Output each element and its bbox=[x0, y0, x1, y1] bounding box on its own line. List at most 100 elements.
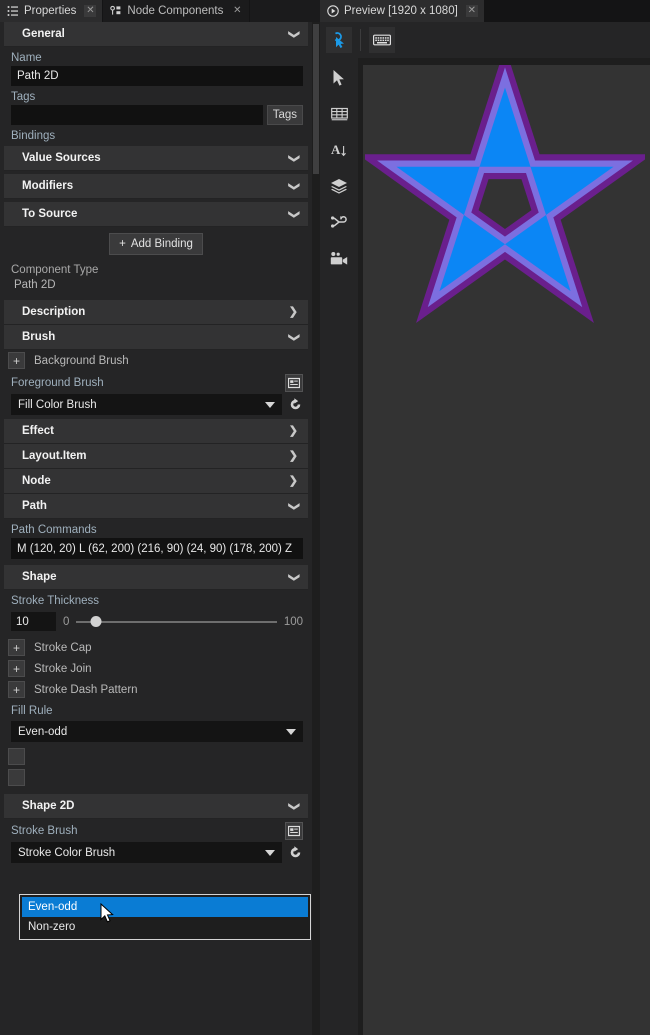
section-header-shape[interactable]: Shape ❯ bbox=[4, 565, 308, 590]
pentagram-shape[interactable] bbox=[365, 65, 645, 325]
properties-scrollbar[interactable] bbox=[312, 22, 320, 1035]
slider-knob[interactable] bbox=[90, 616, 102, 627]
preview-toolbar bbox=[320, 22, 650, 58]
foreground-brush-combo[interactable]: Fill Color Brush bbox=[11, 394, 282, 415]
stroke-cap-row: + Stroke Cap bbox=[0, 637, 312, 658]
svg-text:A: A bbox=[331, 142, 341, 157]
section-header-shape-2d[interactable]: Shape 2D ❯ bbox=[4, 794, 308, 819]
node-graph-tool-button[interactable] bbox=[326, 210, 352, 234]
section-header-to-source[interactable]: To Source ❯ bbox=[4, 202, 308, 227]
fill-rule-option-non-zero[interactable]: Non-zero bbox=[22, 917, 308, 937]
foreground-brush-label: Foreground Brush bbox=[11, 377, 104, 389]
stroke-join-add-button[interactable]: + bbox=[8, 660, 25, 677]
chevron-down-icon: ❯ bbox=[287, 29, 300, 39]
fill-rule-label: Fill Rule bbox=[11, 705, 53, 717]
tab-node-components-label: Node Components bbox=[127, 5, 224, 17]
add-binding-row: + Add Binding bbox=[0, 227, 312, 259]
reset-foreground-brush-icon[interactable] bbox=[288, 397, 303, 412]
stroke-thickness-slider[interactable] bbox=[76, 615, 277, 629]
section-header-path[interactable]: Path ❯ bbox=[4, 494, 308, 519]
pointer-tap-tool-button[interactable] bbox=[326, 27, 352, 53]
section-shape-2d-label: Shape 2D bbox=[22, 800, 75, 812]
node-components-icon bbox=[110, 5, 122, 17]
properties-panel: Properties ✕ Node Components ✕ General ❯… bbox=[0, 0, 320, 1035]
slider-track bbox=[76, 620, 277, 623]
chevron-down-icon: ❯ bbox=[287, 181, 300, 191]
fill-rule-value: Even-odd bbox=[18, 725, 68, 738]
stroke-brush-header: Stroke Brush bbox=[0, 819, 312, 840]
chevron-down-icon bbox=[265, 401, 275, 408]
section-header-value-sources[interactable]: Value Sources ❯ bbox=[4, 146, 308, 171]
left-tabstrip: Properties ✕ Node Components ✕ bbox=[0, 0, 320, 22]
section-shape-label: Shape bbox=[22, 571, 57, 583]
edit-brush-icon[interactable] bbox=[285, 374, 303, 392]
tags-input[interactable] bbox=[11, 105, 263, 125]
hidden-option-row-1 bbox=[0, 746, 312, 767]
preview-panel: Preview [1920 x 1080] ✕ A bbox=[320, 0, 650, 1035]
name-input[interactable]: Path 2D bbox=[11, 66, 303, 86]
path-commands-input[interactable]: M (120, 20) L (62, 200) (216, 90) (24, 9… bbox=[11, 538, 303, 559]
preview-tool-rail: A bbox=[320, 58, 358, 1035]
stroke-thickness-max: 100 bbox=[283, 615, 303, 628]
hidden-add-button-1[interactable] bbox=[8, 748, 25, 765]
list-icon bbox=[7, 5, 19, 17]
foreground-brush-row: Fill Color Brush bbox=[11, 394, 303, 415]
background-brush-add-button[interactable]: + bbox=[8, 352, 25, 369]
chevron-down-icon: ❯ bbox=[287, 209, 300, 219]
scrollbar-thumb[interactable] bbox=[313, 24, 319, 174]
foreground-brush-value: Fill Color Brush bbox=[18, 398, 97, 411]
fill-rule-dropdown-popup[interactable]: Even-odd Non-zero bbox=[19, 894, 311, 940]
chevron-right-icon: ❯ bbox=[288, 305, 298, 318]
chevron-right-icon: ❯ bbox=[288, 474, 298, 487]
select-cursor-tool-button[interactable] bbox=[326, 66, 352, 90]
tags-button[interactable]: Tags bbox=[266, 105, 303, 125]
background-brush-label: Background Brush bbox=[34, 354, 129, 367]
chevron-down-icon bbox=[265, 849, 275, 856]
path-commands-label: Path Commands bbox=[11, 524, 97, 536]
chevron-right-icon: ❯ bbox=[288, 449, 298, 462]
section-header-node[interactable]: Node ❯ bbox=[4, 469, 308, 494]
preview-tabstrip: Preview [1920 x 1080] ✕ bbox=[320, 0, 650, 22]
edit-stroke-brush-icon[interactable] bbox=[285, 822, 303, 840]
chevron-down-icon: ❯ bbox=[287, 153, 300, 163]
fill-rule-option-even-odd[interactable]: Even-odd bbox=[22, 897, 308, 917]
stroke-dash-pattern-label: Stroke Dash Pattern bbox=[34, 683, 138, 696]
section-modifiers-label: Modifiers bbox=[22, 180, 74, 192]
section-header-description[interactable]: Description ❯ bbox=[4, 300, 308, 325]
fill-rule-combo[interactable]: Even-odd bbox=[11, 721, 303, 742]
table-grid-tool-button[interactable] bbox=[326, 102, 352, 126]
preview-canvas-area bbox=[358, 58, 650, 1035]
background-brush-row: + Background Brush bbox=[0, 350, 312, 371]
tab-preview-label: Preview [1920 x 1080] bbox=[344, 5, 458, 17]
tab-node-components-close-icon[interactable]: ✕ bbox=[231, 5, 243, 17]
stroke-dash-pattern-add-button[interactable]: + bbox=[8, 681, 25, 698]
section-header-general[interactable]: General ❯ bbox=[4, 22, 308, 47]
tab-node-components[interactable]: Node Components ✕ bbox=[103, 0, 251, 22]
stroke-brush-combo[interactable]: Stroke Color Brush bbox=[11, 842, 282, 863]
section-header-modifiers[interactable]: Modifiers ❯ bbox=[4, 174, 308, 199]
tab-properties-label: Properties bbox=[24, 5, 77, 17]
tab-preview-close-icon[interactable]: ✕ bbox=[465, 5, 478, 17]
tab-properties-close-icon[interactable]: ✕ bbox=[84, 5, 97, 17]
preview-body: A bbox=[320, 58, 650, 1035]
section-header-layout-item[interactable]: Layout.Item ❯ bbox=[4, 444, 308, 469]
plus-icon: + bbox=[119, 238, 126, 250]
stroke-cap-add-button[interactable]: + bbox=[8, 639, 25, 656]
app-root: Properties ✕ Node Components ✕ General ❯… bbox=[0, 0, 650, 1035]
tab-properties[interactable]: Properties ✕ bbox=[0, 0, 104, 22]
add-binding-button[interactable]: + Add Binding bbox=[109, 233, 203, 255]
section-value-sources-label: Value Sources bbox=[22, 152, 101, 164]
layers-tool-button[interactable] bbox=[326, 174, 352, 198]
camera-tool-button[interactable] bbox=[326, 246, 352, 270]
text-tool-button[interactable]: A bbox=[326, 138, 352, 162]
reset-stroke-brush-icon[interactable] bbox=[288, 845, 303, 860]
section-header-effect[interactable]: Effect ❯ bbox=[4, 419, 308, 444]
section-header-brush[interactable]: Brush ❯ bbox=[4, 325, 308, 350]
tab-preview[interactable]: Preview [1920 x 1080] ✕ bbox=[320, 0, 485, 22]
section-effect-label: Effect bbox=[22, 425, 54, 437]
stroke-thickness-input[interactable]: 10 bbox=[11, 612, 56, 631]
preview-canvas[interactable] bbox=[363, 65, 650, 1035]
hidden-add-button-2[interactable] bbox=[8, 769, 25, 786]
virtual-keyboard-tool-button[interactable] bbox=[369, 27, 395, 53]
stroke-thickness-min: 0 bbox=[63, 615, 70, 628]
